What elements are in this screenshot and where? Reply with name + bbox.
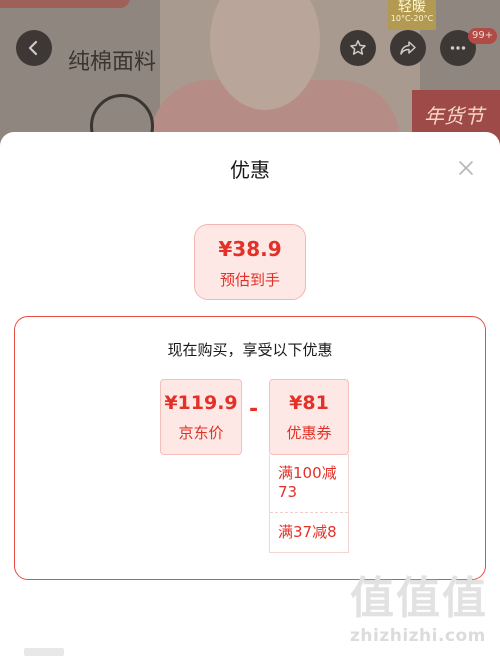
temperature-badge-range: 10°C-20°C	[390, 14, 434, 23]
share-arrow-icon	[400, 41, 416, 55]
favorite-button[interactable]	[340, 30, 376, 66]
back-button[interactable]	[16, 30, 52, 66]
temperature-badge-title: 轻暖	[398, 0, 426, 15]
minus-sign: -	[249, 397, 259, 422]
watermark-glyphs: 值值值	[350, 573, 488, 624]
chevron-left-icon	[28, 40, 38, 56]
watermark: 值值值 zhizhizhi.com	[350, 573, 490, 647]
watermark-url: zhizhizhi.com	[350, 626, 486, 646]
coupon-total-card: ¥81 优惠券	[269, 379, 349, 455]
fabric-label: 纯棉面料	[68, 50, 157, 75]
share-button[interactable]	[390, 30, 426, 66]
temperature-badge: 轻暖 10°C-20°C	[388, 0, 436, 30]
coupon-total-amount: ¥81	[289, 392, 329, 414]
final-price-box: ¥38.9 预估到手	[194, 224, 306, 300]
star-icon	[350, 40, 366, 55]
more-dots-icon	[450, 46, 466, 50]
base-price: ¥119.9	[164, 392, 238, 414]
close-button[interactable]	[454, 156, 478, 180]
coupon-total-label: 优惠券	[286, 424, 332, 442]
final-price: ¥38.9	[218, 237, 282, 261]
close-icon	[459, 161, 473, 175]
coupon-item: 满37减8	[270, 512, 348, 552]
final-price-label: 预估到手	[219, 271, 280, 289]
discount-breakdown-panel: 现在购买，享受以下优惠 ¥119.9 京东价 - ¥81 优惠券	[14, 316, 486, 580]
coupon-item: 满100减73	[278, 464, 337, 501]
sheet-title: 优惠	[230, 158, 270, 182]
clipped-content-fragment	[24, 648, 64, 656]
breakdown-title: 现在购买，享受以下优惠	[167, 341, 333, 359]
brand-logo	[0, 0, 130, 8]
coupon-list: 满100减73 满37减8	[269, 454, 349, 553]
notification-badge: 99+	[468, 28, 498, 44]
base-price-label: 京东价	[178, 424, 224, 442]
base-price-card: ¥119.9 京东价	[160, 379, 242, 455]
